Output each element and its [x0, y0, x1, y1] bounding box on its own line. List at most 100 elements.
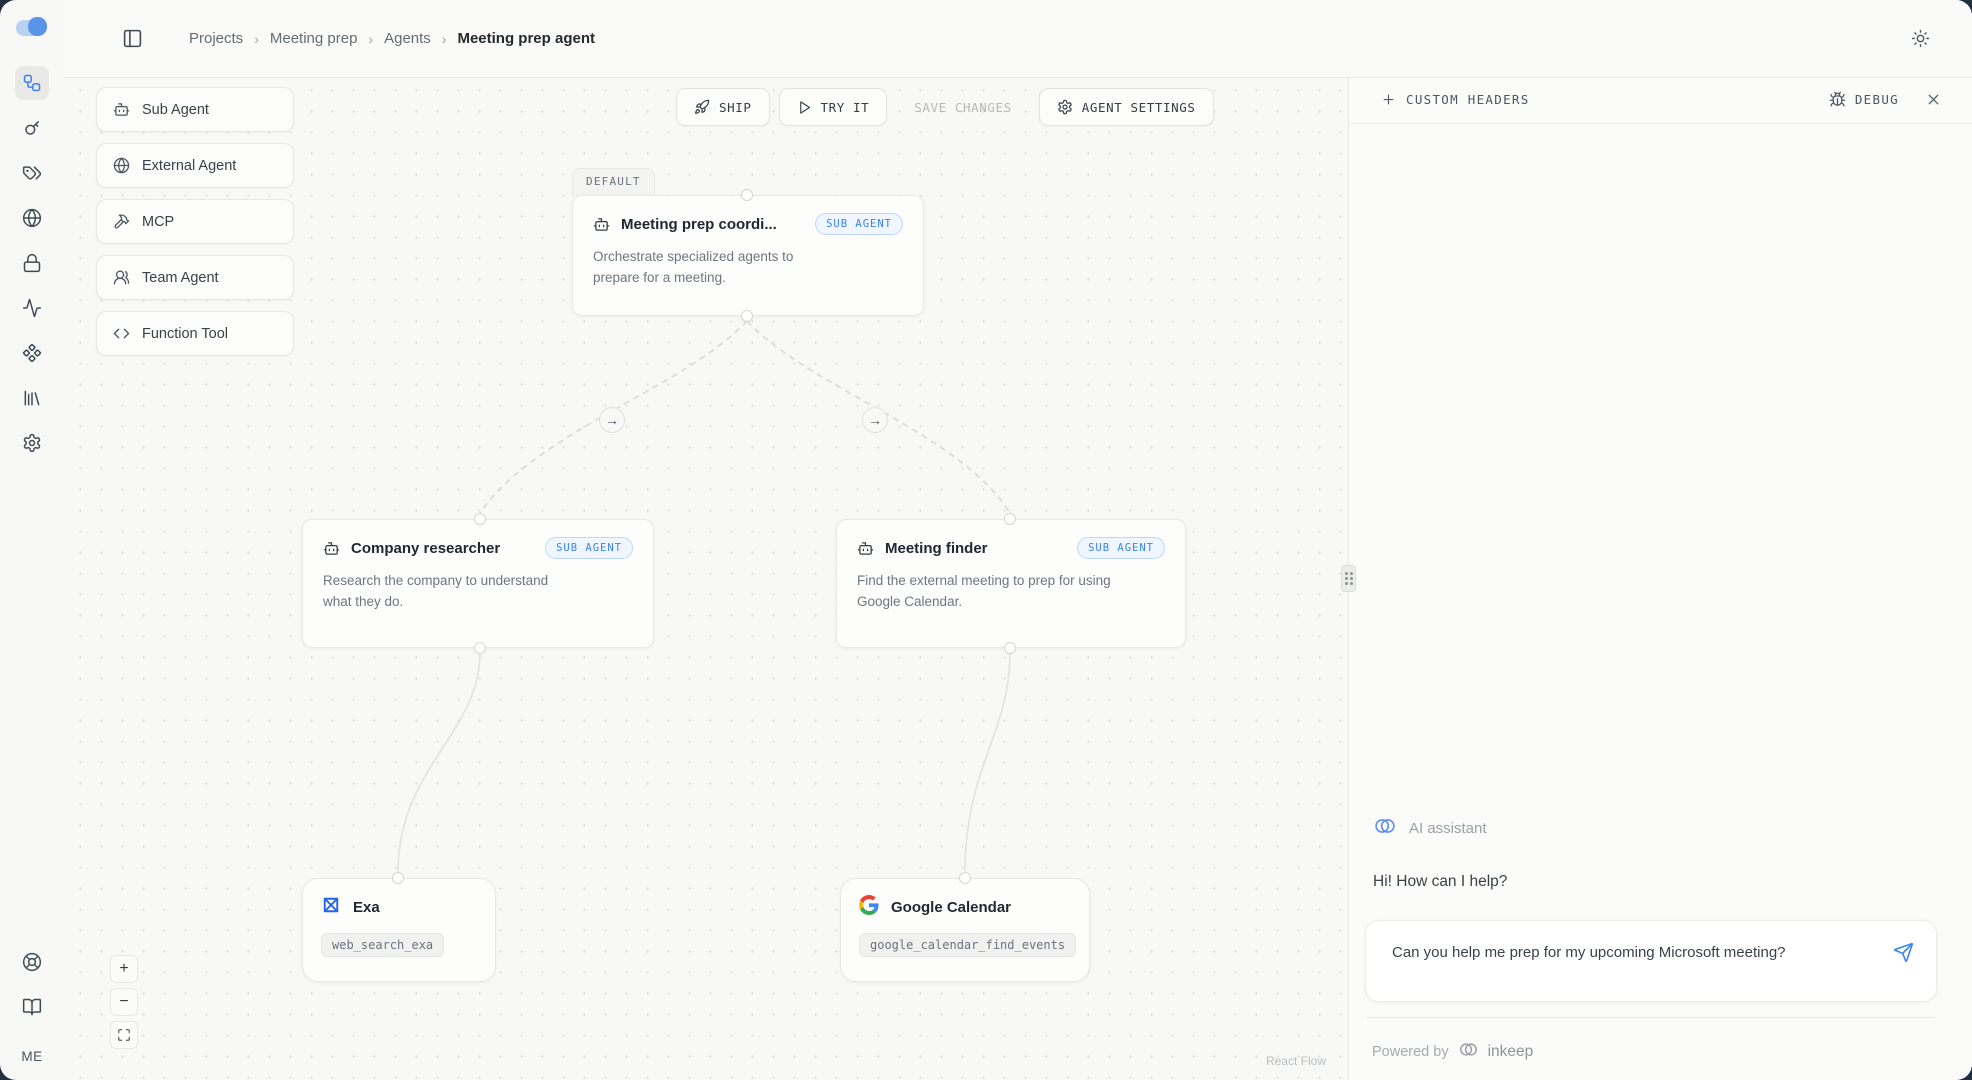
debug-button[interactable]: DEBUG	[1829, 91, 1899, 108]
debug-label: DEBUG	[1855, 92, 1899, 107]
palette-item-function-tool[interactable]: Function Tool	[96, 311, 294, 356]
panel-left-icon	[122, 28, 143, 49]
activity-icon	[22, 298, 42, 318]
tool-name-chip: web_search_exa	[321, 933, 444, 957]
panel-header: CUSTOM HEADERS DEBUG	[1349, 78, 1972, 124]
bug-icon	[1829, 91, 1846, 108]
breadcrumb: Projects › Meeting prep › Agents › Meeti…	[189, 30, 595, 47]
connection-handle[interactable]	[474, 513, 486, 525]
flow-canvas[interactable]: → → Sub Agent External Agent MCP	[64, 78, 1348, 1080]
palette-item-sub-agent[interactable]: Sub Agent	[96, 87, 294, 132]
node-description: Orchestrate specialized agents to prepar…	[593, 247, 835, 289]
inkeep-logo	[16, 16, 48, 40]
rail-item-keys[interactable]	[15, 111, 49, 145]
node-meeting-prep-coordinator[interactable]: Meeting prep coordi... SUB AGENT Orchest…	[572, 195, 924, 316]
life-buoy-icon	[22, 952, 42, 972]
rail-item-credentials[interactable]	[15, 246, 49, 280]
agent-settings-label: AGENT SETTINGS	[1082, 100, 1196, 115]
plus-icon	[1381, 92, 1396, 107]
play-icon	[797, 100, 812, 115]
node-company-researcher[interactable]: Company researcher SUB AGENT Research th…	[302, 519, 654, 648]
node-google-calendar-tool[interactable]: Google Calendar google_calendar_find_eve…	[840, 878, 1090, 982]
node-title: Meeting prep coordi...	[621, 216, 777, 233]
palette-item-label: MCP	[142, 214, 174, 230]
avatar[interactable]: ME	[21, 1049, 42, 1064]
try-it-panel: CUSTOM HEADERS DEBUG	[1349, 78, 1972, 1080]
agent-settings-button[interactable]: AGENT SETTINGS	[1039, 88, 1214, 126]
exa-logo-icon	[321, 895, 341, 920]
connection-handle[interactable]	[741, 189, 753, 201]
chat-area: AI assistant Hi! How can I help? Can you…	[1349, 814, 1972, 1080]
rail-item-help[interactable]	[15, 945, 49, 979]
zoom-in-button[interactable]: +	[110, 955, 138, 983]
gear-icon	[22, 433, 42, 453]
sub-agent-badge: SUB AGENT	[1077, 537, 1165, 559]
tool-name-chip: google_calendar_find_events	[859, 933, 1076, 957]
lock-icon	[22, 253, 42, 273]
palette-item-team-agent[interactable]: Team Agent	[96, 255, 294, 300]
rail-item-graph[interactable]	[15, 66, 49, 100]
save-changes-label: SAVE CHANGES	[914, 100, 1012, 115]
code-icon	[113, 325, 130, 342]
connection-handle[interactable]	[1004, 513, 1016, 525]
breadcrumb-separator: ›	[368, 31, 373, 47]
gear-icon	[1057, 99, 1073, 115]
palette-item-mcp[interactable]: MCP	[96, 199, 294, 244]
close-panel-button[interactable]	[1925, 91, 1942, 108]
rail-item-components[interactable]	[15, 336, 49, 370]
connection-handle[interactable]	[959, 872, 971, 884]
try-it-label: TRY IT	[821, 100, 870, 115]
connection-handle[interactable]	[474, 642, 486, 654]
node-title: Meeting finder	[885, 540, 988, 557]
rail-item-docs[interactable]	[15, 990, 49, 1024]
edge-arrow-icon: →	[862, 407, 888, 433]
connection-handle[interactable]	[741, 310, 753, 322]
try-it-button[interactable]: TRY IT	[779, 88, 888, 126]
node-title: Exa	[353, 899, 380, 916]
panel-resize-handle[interactable]	[1341, 565, 1356, 592]
app-window: ME Projects › Meeting prep › Agents › Me…	[0, 0, 1972, 1080]
rail-item-library[interactable]	[15, 381, 49, 415]
ship-button[interactable]: SHIP	[676, 88, 770, 126]
chat-divider	[1367, 1017, 1935, 1018]
connection-handle[interactable]	[1004, 642, 1016, 654]
node-palette: Sub Agent External Agent MCP Team Agent	[96, 87, 294, 356]
node-exa-tool[interactable]: Exa web_search_exa	[302, 878, 496, 982]
sub-agent-badge: SUB AGENT	[815, 213, 903, 235]
breadcrumb-agents[interactable]: Agents	[384, 30, 431, 47]
rail-item-settings[interactable]	[15, 426, 49, 460]
bot-icon	[113, 101, 130, 118]
zoom-out-button[interactable]: −	[110, 988, 138, 1016]
tags-icon	[22, 163, 42, 183]
bot-icon	[323, 540, 340, 557]
rail-item-globe[interactable]	[15, 201, 49, 235]
fit-view-button[interactable]	[110, 1021, 138, 1049]
default-tab-chip[interactable]: DEFAULT	[572, 168, 655, 197]
node-meeting-finder[interactable]: Meeting finder SUB AGENT Find the extern…	[836, 519, 1186, 648]
palette-item-label: Sub Agent	[142, 102, 209, 118]
panel-toggle-button[interactable]	[122, 28, 143, 49]
hammer-icon	[113, 213, 130, 230]
rocket-icon	[694, 99, 710, 115]
breadcrumb-project[interactable]: Meeting prep	[270, 30, 358, 47]
react-flow-attribution: React Flow	[1266, 1054, 1326, 1068]
breadcrumb-projects[interactable]: Projects	[189, 30, 243, 47]
icon-rail: ME	[0, 0, 64, 1080]
powered-by-link[interactable]: Powered by inkeep	[1365, 1039, 1937, 1064]
breadcrumb-separator: ›	[442, 31, 447, 47]
palette-item-external-agent[interactable]: External Agent	[96, 143, 294, 188]
save-changes-button[interactable]: SAVE CHANGES	[896, 88, 1030, 126]
chat-input[interactable]: Can you help me prep for my upcoming Mic…	[1365, 920, 1937, 1002]
node-description: Find the external meeting to prep for us…	[857, 571, 1123, 613]
edge-arrow-icon: →	[599, 407, 625, 433]
connection-handle[interactable]	[392, 872, 404, 884]
rail-item-tags[interactable]	[15, 156, 49, 190]
inkeep-brand-label: inkeep	[1488, 1043, 1534, 1061]
palette-item-label: Team Agent	[142, 270, 219, 286]
send-button[interactable]	[1893, 942, 1914, 963]
rail-item-activity[interactable]	[15, 291, 49, 325]
theme-toggle-button[interactable]	[1911, 29, 1930, 48]
custom-headers-button[interactable]: CUSTOM HEADERS	[1381, 92, 1530, 107]
chat-input-value: Can you help me prep for my upcoming Mic…	[1392, 940, 1812, 966]
key-icon	[22, 118, 42, 138]
